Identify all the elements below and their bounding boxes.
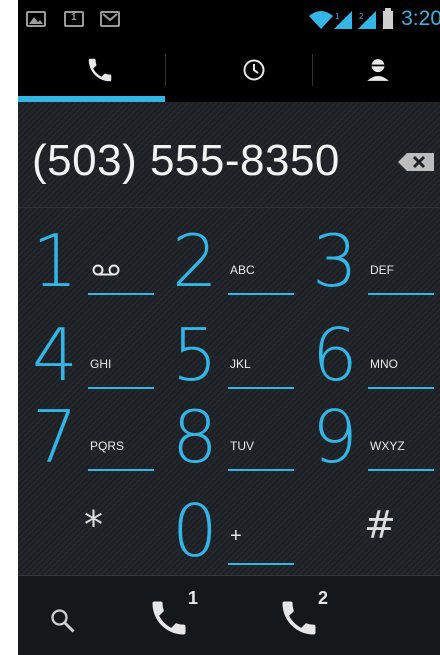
phone-icon [282,601,316,635]
key-1[interactable]: 1 [22,219,158,307]
key-6[interactable]: 6 MNO [302,313,438,401]
key-underline [228,469,294,471]
signal-1-icon: 1 [334,11,352,29]
voicemail-icon [92,264,120,276]
key-9[interactable]: 9 WXYZ [302,395,438,483]
key-underline [228,563,294,565]
svg-text:1: 1 [335,12,340,21]
sim-number-label: 2 [318,588,329,608]
key-symbol: # [364,503,396,547]
key-symbol: * [84,503,103,547]
tab-phone[interactable] [30,38,170,102]
key-digit: 1 [32,219,78,303]
call-sim1-button[interactable]: 1 [140,576,210,655]
call-sim1-icon-wrap: 1 [145,586,205,646]
key-letters: ABC [230,263,255,277]
key-5[interactable]: 5 JKL [162,313,298,401]
key-underline [368,469,434,471]
tab-contacts[interactable] [308,38,440,102]
tab-divider [165,54,166,86]
key-underline [228,293,294,295]
key-letters: WXYZ [370,439,405,453]
key-underline [228,387,294,389]
status-bar: 1 1 2 3:20 [18,0,440,38]
svg-text:2: 2 [359,12,364,21]
dial-area: (503) 555-8350 1 2 ABC 3 DEF 4 GHI 5 JKL… [18,102,440,575]
key-8[interactable]: 8 TUV [162,395,298,483]
display-separator [18,207,440,208]
key-digit: 3 [312,219,358,303]
battery-icon [383,8,393,29]
key-digit: 6 [312,313,358,397]
key-digit: 2 [172,219,218,303]
signal-2-icon: 2 [358,11,376,29]
tab-call-log[interactable] [184,38,324,102]
clock-icon [243,59,265,81]
calendar-icon: 1 [64,11,84,27]
call-sim2-button[interactable]: 2 [270,576,340,655]
delete-button[interactable] [396,148,436,176]
key-7[interactable]: 7 PQRS [22,395,158,483]
backspace-icon [398,153,434,171]
status-clock: 3:20 [401,7,440,30]
key-3[interactable]: 3 DEF [302,219,438,307]
key-underline [368,387,434,389]
key-digit: 9 [312,395,358,479]
key-underline [88,293,154,295]
gallery-icon [26,11,46,27]
key-underline [88,387,154,389]
key-letters: GHI [90,357,112,371]
gmail-icon [100,11,120,27]
key-digit: 8 [172,395,218,479]
key-letters: TUV [230,439,254,453]
key-letters: JKL [230,357,251,371]
person-icon [367,59,389,81]
tab-bar [18,38,440,102]
phone-icon [152,601,186,635]
key-underline [88,469,154,471]
key-star[interactable]: * [22,489,158,577]
wifi-icon [309,11,333,29]
key-digit: 7 [32,395,78,479]
search-button[interactable] [38,576,88,655]
dialed-number-field[interactable]: (503) 555-8350 [32,136,340,186]
key-digit: 0 [172,489,218,573]
key-letters: DEF [370,263,394,277]
key-digit: 4 [32,313,78,397]
call-sim2-icon-wrap: 2 [275,586,335,646]
key-underline [368,293,434,295]
key-letters: PQRS [90,439,125,453]
key-letters: + [230,525,242,547]
phone-screen: 1 1 2 3:20 (503) 555-8350 1 2 ABC 3 DEF … [18,0,440,655]
key-4[interactable]: 4 GHI [22,313,158,401]
key-0[interactable]: 0 + [162,489,298,577]
key-hash[interactable]: # [302,489,438,577]
sim-number-label: 1 [188,588,199,608]
search-icon [51,609,75,633]
key-letters: MNO [370,357,398,371]
key-digit: 5 [172,313,218,397]
calendar-day-label: 1 [71,12,77,23]
key-2[interactable]: 2 ABC [162,219,298,307]
phone-icon [88,58,112,82]
bottom-action-bar: 1 2 [18,575,440,655]
